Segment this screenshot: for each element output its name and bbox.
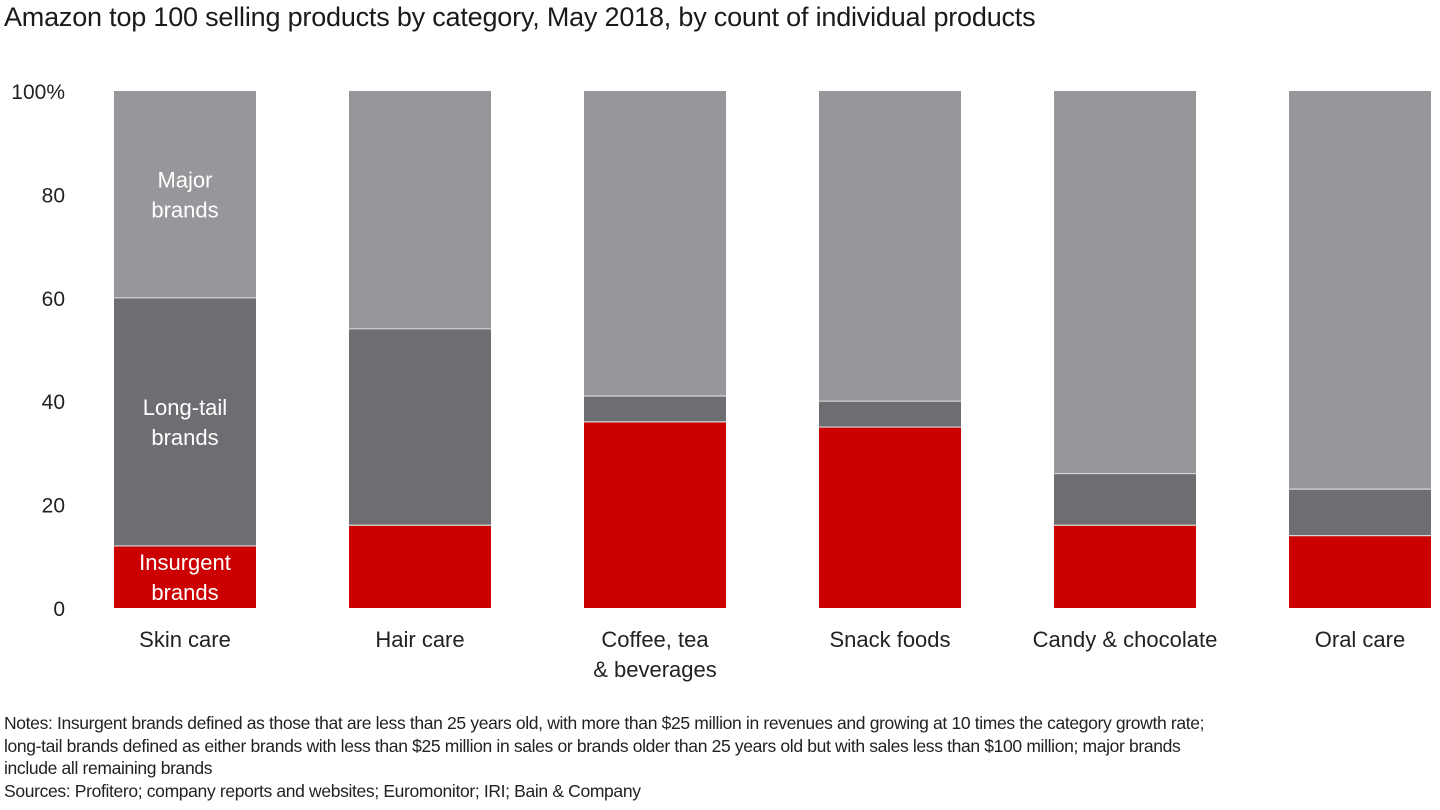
- y-tick-label: 80: [42, 184, 65, 207]
- stacked-bar-chart: 0 20 40 60 80 100% Insurgent brands Long-tail br…: [11, 81, 1431, 682]
- x-tick-label: Candy & chocolate: [1033, 627, 1218, 652]
- note-line: include all remaining brands: [4, 758, 213, 778]
- bar-segment-long-tail-brands: [114, 297, 256, 546]
- y-tick-label: 40: [42, 391, 65, 414]
- bar-segment-insurgent-brands: [1289, 535, 1431, 608]
- bar-segment-insurgent-brands: [819, 427, 961, 608]
- bar-stack: [349, 91, 491, 608]
- bar-segment-insurgent-brands: [1054, 525, 1196, 608]
- bar-segment-insurgent-brands: [584, 421, 726, 608]
- bar-stack: [1289, 91, 1431, 608]
- x-tick-label: Snack foods: [829, 627, 950, 652]
- bar-segment-major-brands: [349, 91, 491, 329]
- bar-stack: Insurgent brands Long-tail brands Major brand…: [114, 91, 256, 608]
- x-axis: Skin care Hair care Coffee, tea & beverages…: [139, 627, 1405, 682]
- bar-segment-long-tail-brands: [819, 401, 961, 428]
- footnotes: Notes: Insurgent brands defined as those…: [4, 712, 1440, 802]
- bar-segment-major-brands: [114, 91, 256, 298]
- y-tick-label: 100%: [11, 81, 65, 104]
- y-tick-label: 20: [42, 495, 65, 518]
- y-axis: 0 20 40 60 80 100%: [11, 81, 65, 621]
- y-tick-label: 60: [42, 288, 65, 311]
- bar-segment-long-tail-brands: [1289, 489, 1431, 536]
- x-tick-label: Coffee, tea: [601, 627, 709, 652]
- bar-segment-major-brands: [819, 91, 961, 402]
- bars: Insurgent brands Long-tail brands Major brand…: [114, 91, 1431, 608]
- x-tick-label: Oral care: [1315, 627, 1405, 652]
- series-label: brands: [151, 425, 218, 450]
- note-line: long-tail brands defined as either brand…: [4, 735, 1181, 756]
- x-tick-label: Hair care: [375, 627, 464, 652]
- bar-segment-major-brands: [1054, 91, 1196, 474]
- bar-segment-long-tail-brands: [584, 396, 726, 422]
- bar-segment-insurgent-brands: [349, 525, 491, 608]
- series-label: brands: [151, 197, 218, 222]
- bar-stack: [584, 91, 726, 608]
- chart-title: Amazon top 100 selling products by categ…: [4, 2, 1036, 32]
- series-label: brands: [151, 580, 218, 605]
- y-tick-label: 0: [53, 598, 65, 621]
- x-tick-label: & beverages: [593, 657, 717, 682]
- x-tick-label: Skin care: [139, 627, 231, 652]
- note-line: Notes: Insurgent brands defined as those…: [4, 713, 1205, 733]
- bar-segment-major-brands: [1289, 91, 1431, 490]
- bar-stack: [1054, 91, 1196, 608]
- sources-line: Sources: Profitero; company reports and …: [4, 780, 641, 801]
- bar-segment-long-tail-brands: [1054, 473, 1196, 526]
- series-label: Major: [157, 167, 212, 192]
- bar-segment-long-tail-brands: [349, 328, 491, 526]
- bar-stack: [819, 91, 961, 608]
- series-label: Insurgent: [139, 550, 231, 575]
- series-label: Long-tail: [143, 395, 227, 420]
- bar-segment-major-brands: [584, 91, 726, 397]
